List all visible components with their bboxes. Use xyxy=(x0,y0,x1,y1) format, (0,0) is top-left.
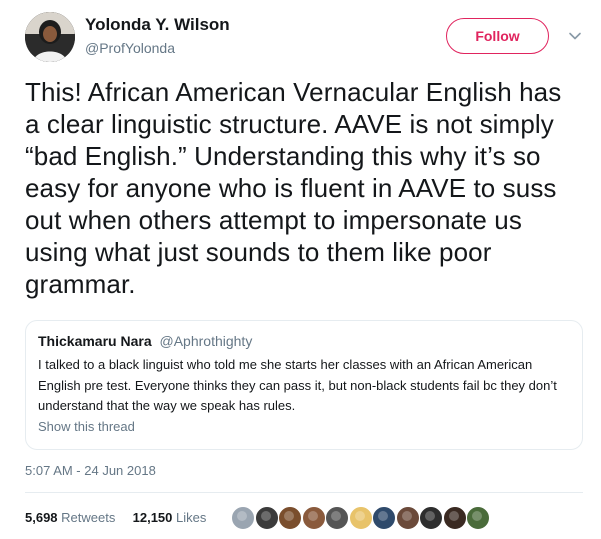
liker-avatar-photo-avatar[interactable] xyxy=(254,506,279,530)
liker-avatar-photo-avatar[interactable] xyxy=(325,506,349,530)
liker-avatar-photo-avatar[interactable] xyxy=(442,506,467,530)
avatar-highlight xyxy=(378,511,388,521)
likes-stat[interactable]: 12,150 Likes xyxy=(133,510,207,525)
liker-avatar-photo-avatar[interactable] xyxy=(278,506,302,530)
avatar-highlight xyxy=(331,511,341,521)
author-photo-icon xyxy=(25,12,75,62)
quoted-author-handle: @Aphrothighty xyxy=(159,333,253,349)
retweets-label: Retweets xyxy=(61,510,116,525)
avatar-highlight xyxy=(425,511,435,521)
follow-button[interactable]: Follow xyxy=(446,18,549,54)
liker-avatar-photo-avatar[interactable] xyxy=(301,506,326,530)
avatar-highlight xyxy=(401,511,412,521)
liker-avatar-default-avatar[interactable] xyxy=(231,506,255,530)
likes-label: Likes xyxy=(176,510,207,525)
retweets-count: 5,698 xyxy=(25,510,58,525)
retweets-stat[interactable]: 5,698 Retweets xyxy=(25,510,119,525)
divider xyxy=(25,492,583,493)
liker-avatar-photo-avatar[interactable] xyxy=(419,506,443,530)
tweet-text: This! African American Vernacular Englis… xyxy=(25,77,562,299)
likes-count: 12,150 xyxy=(132,510,173,525)
chevron-down-icon[interactable] xyxy=(568,29,582,43)
avatar-highlight xyxy=(307,511,318,521)
quoted-tweet-text: I talked to a black linguist who told me… xyxy=(38,357,557,413)
tweet-timestamp[interactable]: 5:07 AM - 24 Jun 2018 xyxy=(25,463,156,478)
avatar-highlight xyxy=(448,511,459,521)
tweet-stats: 5,698 Retweets 12,150 Likes xyxy=(25,510,206,525)
avatar-highlight xyxy=(237,511,247,521)
liker-avatar-photo-avatar[interactable] xyxy=(348,506,373,530)
quoted-tweet-card[interactable]: Thickamaru Nara @Aphrothighty I talked t… xyxy=(25,320,583,450)
quoted-author-name: Thickamaru Nara xyxy=(38,333,152,349)
author-name[interactable]: Yolonda Y. Wilson xyxy=(85,15,230,35)
author-avatar[interactable] xyxy=(25,12,75,62)
liker-avatar-photo-avatar[interactable] xyxy=(395,506,420,530)
quoted-tweet-header: Thickamaru Nara @Aphrothighty xyxy=(38,333,252,349)
liker-avatar-photo-avatar[interactable] xyxy=(372,506,396,530)
avatar-highlight xyxy=(284,511,294,521)
author-handle[interactable]: @ProfYolonda xyxy=(85,40,175,56)
show-thread-link[interactable]: Show this thread xyxy=(38,419,135,434)
avatar-highlight xyxy=(472,511,482,521)
liker-avatar-photo-avatar[interactable] xyxy=(466,506,490,530)
avatar-highlight xyxy=(260,511,271,521)
avatar-highlight xyxy=(354,511,365,521)
